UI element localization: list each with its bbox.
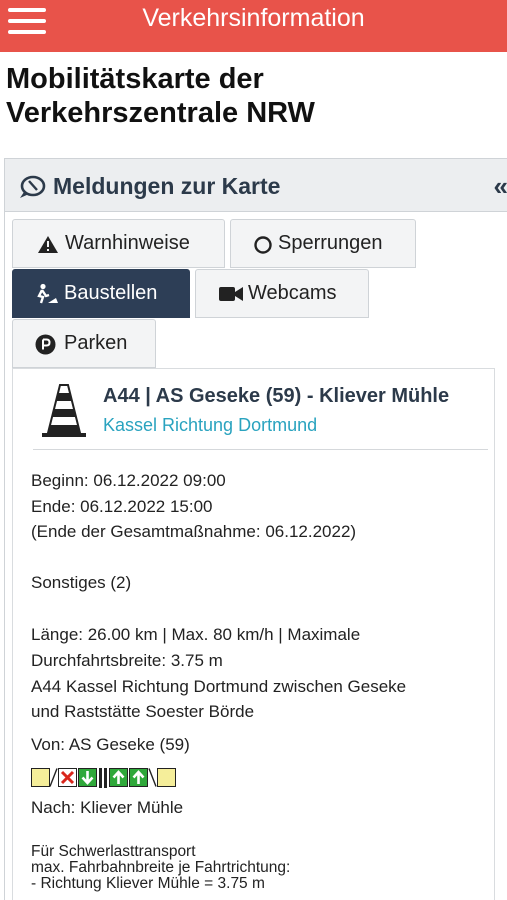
- tab-label: Parken: [64, 332, 128, 354]
- app-bar-title: Verkehrsinformation: [142, 4, 365, 32]
- details-line-1: Länge: 26.00 km | Max. 80 km/h | Maximal…: [31, 625, 361, 644]
- end-total-text: (Ende der Gesamtmaßnahme: 06.12.2022): [31, 522, 357, 541]
- camera-icon: [219, 287, 243, 301]
- page-title: Mobilitätskarte der Verkehrszentrale NRW: [6, 62, 486, 130]
- roadwork-title[interactable]: A44 | AS Geseke (59) - Kliever Mühle: [103, 385, 449, 408]
- heavy-transport-line-2: max. Fahrbahnbreite je Fahrtrichtung:: [31, 859, 291, 876]
- tab-label: Sperrungen: [278, 232, 383, 254]
- circle-icon: [254, 236, 272, 254]
- other-text: Sonstiges (2): [31, 573, 132, 592]
- roadwork-card[interactable]: A44 | AS Geseke (59) - Kliever Mühle Kas…: [12, 368, 495, 900]
- speech-bubble-icon: [20, 175, 46, 198]
- category-tabs: Warnhinweise Sperrungen Baustellen Webca…: [5, 212, 507, 372]
- details-line-3: A44 Kassel Richtung Dortmund zwischen Ge…: [31, 677, 407, 696]
- from-text: Von: AS Geseke (59): [31, 735, 190, 754]
- panel-title: Meldungen zur Karte: [53, 173, 281, 199]
- lane-diagram-icon: [31, 768, 176, 788]
- page-title-line-1: Mobilitätskarte der: [6, 63, 264, 95]
- roadwork-icon: [37, 283, 58, 304]
- tab-parken[interactable]: Parken: [12, 319, 156, 368]
- heavy-transport-line-3: - Richtung Kliever Mühle = 3.75 m: [31, 875, 265, 892]
- tab-warnhinweise[interactable]: Warnhinweise: [12, 219, 225, 268]
- details-line-4: und Raststätte Soester Börde: [31, 702, 255, 721]
- tab-webcams[interactable]: Webcams: [195, 269, 369, 318]
- to-text: Nach: Kliever Mühle: [31, 798, 184, 817]
- heavy-transport-line-1: Für Schwerlasttransport: [31, 843, 196, 860]
- warning-icon: [38, 236, 58, 253]
- collapse-icon[interactable]: «: [494, 171, 507, 202]
- app-bar: Verkehrsinformation: [0, 0, 507, 52]
- tab-baustellen[interactable]: Baustellen: [12, 269, 190, 318]
- parking-icon: [35, 334, 56, 355]
- roadwork-direction: Kassel Richtung Dortmund: [103, 415, 318, 435]
- panel-header[interactable]: Meldungen zur Karte «: [5, 158, 507, 212]
- page-title-line-2: Verkehrszentrale NRW: [6, 97, 315, 129]
- begin-text: Beginn: 06.12.2022 09:00: [31, 471, 226, 490]
- end-text: Ende: 06.12.2022 15:00: [31, 497, 213, 516]
- divider: [33, 449, 488, 450]
- details-line-2: Durchfahrtsbreite: 3.75 m: [31, 651, 223, 670]
- tab-label: Warnhinweise: [65, 232, 190, 254]
- tab-label: Baustellen: [64, 282, 158, 304]
- traffic-cone-icon: [42, 384, 86, 437]
- tab-sperrungen[interactable]: Sperrungen: [230, 219, 416, 268]
- tab-label: Webcams: [248, 282, 337, 304]
